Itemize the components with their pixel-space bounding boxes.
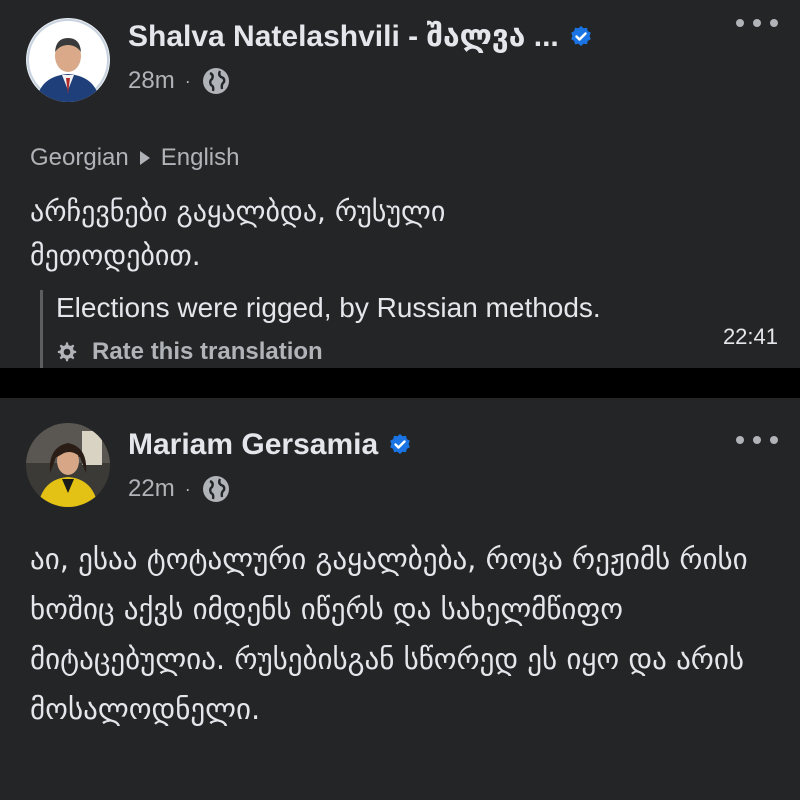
more-options-icon[interactable]: [736, 15, 778, 31]
author-name[interactable]: Mariam Gersamia: [128, 425, 378, 465]
message-timestamp: 22:41: [722, 324, 778, 349]
author-row: Mariam Gersamia: [128, 425, 412, 465]
post-card: Shalva Natelashvili - შალვა ... 28m · Ge…: [0, 0, 800, 368]
author-avatar[interactable]: [26, 423, 110, 507]
more-options-icon[interactable]: [736, 432, 778, 448]
post-text: აი, ესაა ტოტალური გაყალბება, როცა რეჟიმს…: [30, 542, 748, 726]
author-name[interactable]: Shalva Natelashvili - შალვა ...: [128, 17, 559, 57]
translation-divider: [40, 290, 43, 368]
gear-icon: [57, 342, 77, 362]
author-avatar[interactable]: [26, 18, 110, 102]
rate-translation-button[interactable]: Rate this translation: [56, 338, 323, 366]
target-language: English: [160, 144, 240, 171]
post-text-translated: Elections were rigged, by Russian method…: [56, 292, 601, 323]
meta-separator: ·: [184, 478, 191, 499]
avatar-image: [26, 423, 110, 507]
rate-translation-label: Rate this translation: [92, 338, 323, 365]
avatar-image: [26, 18, 110, 102]
verified-badge-icon: [570, 26, 591, 46]
verified-badge-icon: [390, 434, 410, 454]
post-meta: 22m ·: [128, 474, 231, 504]
post-text-original: არჩევნები გაყალბდა, რუსული მეთოდებით.: [30, 195, 446, 272]
post-time[interactable]: 22m: [128, 475, 175, 503]
source-language: Georgian: [30, 144, 129, 171]
globe-icon[interactable]: [201, 474, 231, 504]
post-time[interactable]: 28m: [128, 67, 175, 95]
translation-languages[interactable]: Georgian English: [30, 144, 239, 172]
author-row: Shalva Natelashvili - შალვა ...: [128, 17, 593, 57]
play-arrow-icon: [139, 151, 150, 165]
post-meta: 28m ·: [128, 66, 231, 96]
globe-icon[interactable]: [201, 66, 231, 96]
meta-separator: ·: [184, 70, 191, 91]
